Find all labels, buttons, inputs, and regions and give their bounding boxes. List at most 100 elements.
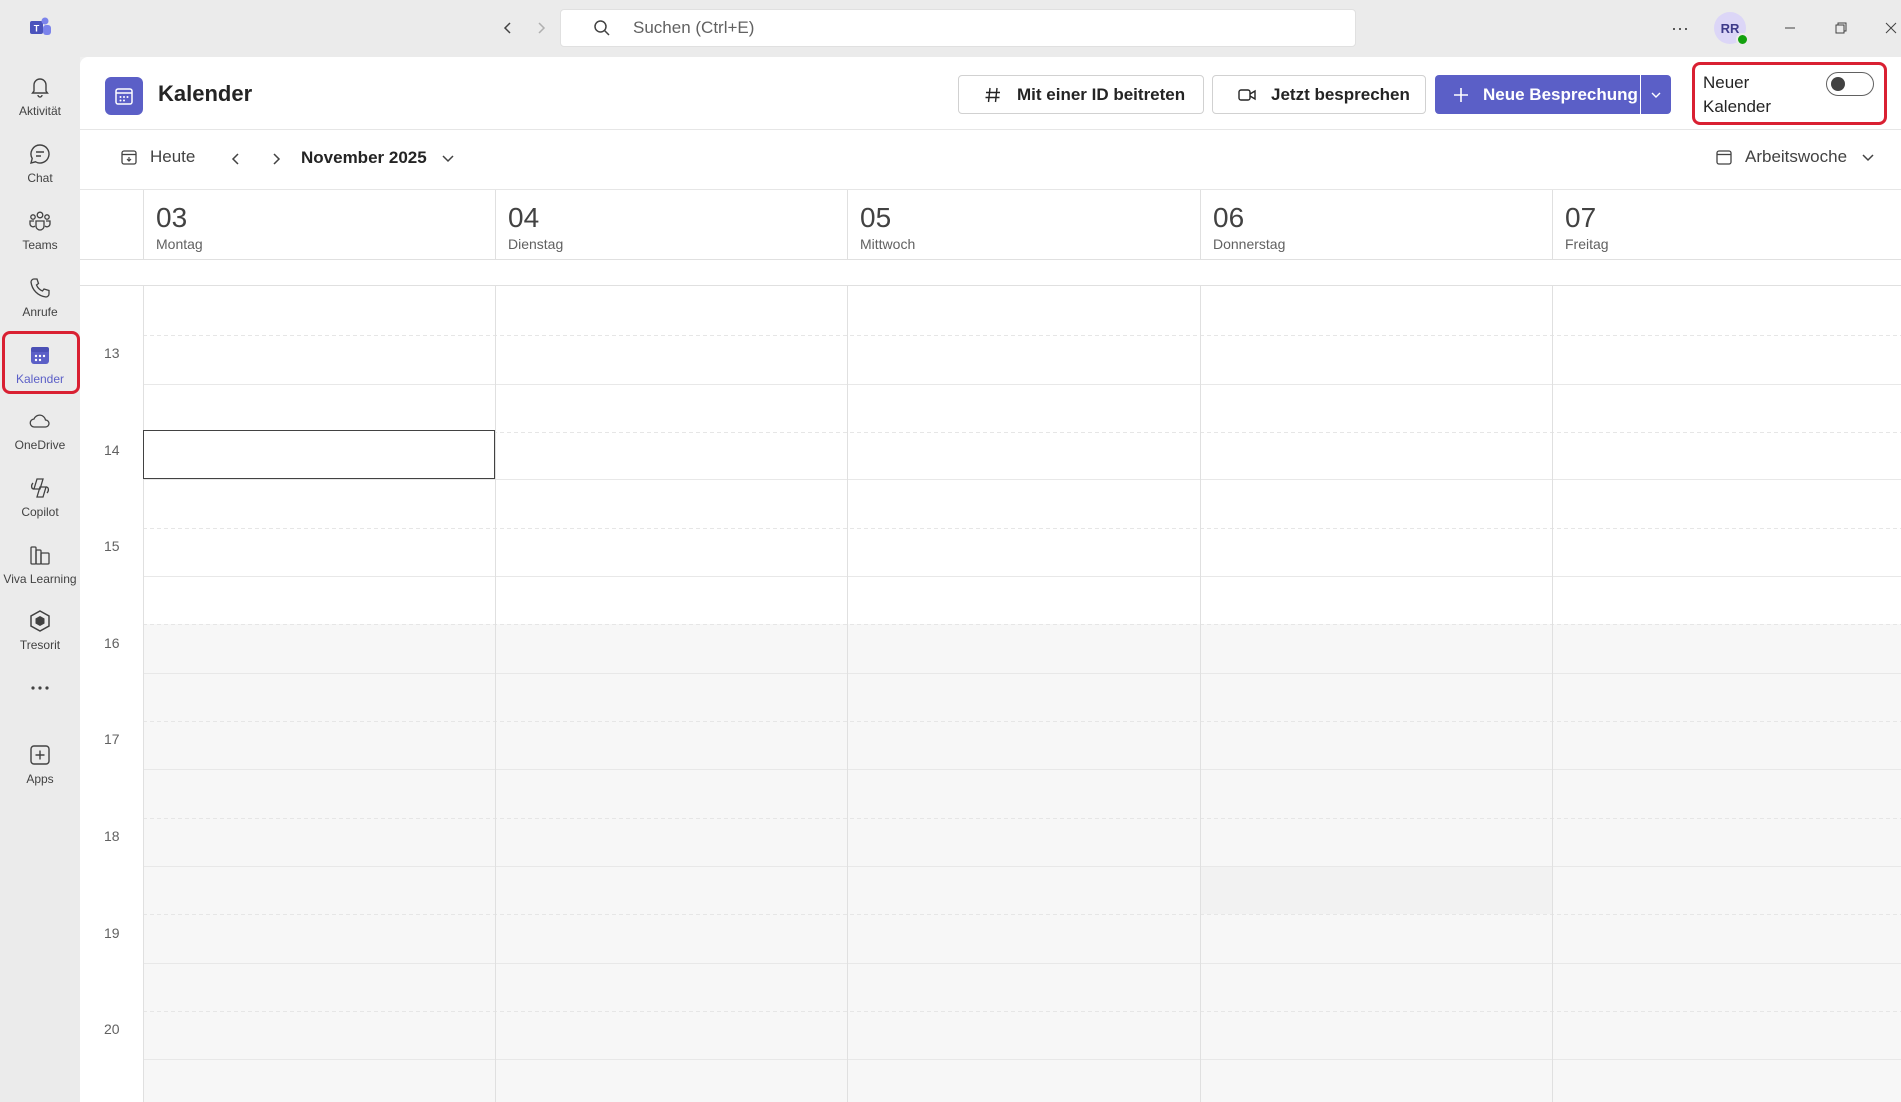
new-calendar-label: Neuer Kalender <box>1703 73 1772 116</box>
day-divider <box>495 286 496 1102</box>
rail-label: Tresorit <box>19 638 61 652</box>
half-hour-line <box>143 914 1901 915</box>
off-hours-area <box>143 624 1901 1102</box>
day-name: Dienstag <box>508 236 564 252</box>
rail-item-onedrive[interactable]: OneDrive <box>0 399 80 461</box>
day-name: Mittwoch <box>860 236 916 252</box>
new-meeting-label: Neue Besprechung <box>1483 84 1638 104</box>
previous-week-icon[interactable] <box>225 148 247 170</box>
day-number: 03 <box>156 202 188 233</box>
minimize-icon[interactable] <box>1776 14 1804 42</box>
view-switcher[interactable]: Arbeitswoche <box>1715 147 1875 167</box>
month-picker[interactable]: November 2025 <box>301 148 455 168</box>
presence-available-icon <box>1736 33 1749 46</box>
today-button[interactable]: Heute <box>120 147 195 167</box>
day-header[interactable]: 03 Montag <box>143 190 495 260</box>
half-hour-line <box>143 528 1901 529</box>
toggle-knob <box>1831 77 1845 91</box>
hour-line <box>143 479 1901 480</box>
calendar-highlight-box <box>2 331 80 394</box>
half-hour-line <box>143 624 1901 625</box>
rail-item-copilot[interactable]: Copilot <box>0 466 80 528</box>
rail-item-activity[interactable]: Aktivität <box>0 65 80 127</box>
books-icon <box>30 546 50 565</box>
hour-line <box>143 576 1901 577</box>
rail-label: Aktivität <box>18 104 61 118</box>
day-header[interactable]: 07 Freitag <box>1552 190 1901 260</box>
close-icon[interactable] <box>1877 14 1901 42</box>
hovered-slot[interactable] <box>1200 866 1552 914</box>
avatar[interactable]: RR <box>1714 12 1749 46</box>
hour-label: 13 <box>104 345 120 361</box>
hour-line <box>143 673 1901 674</box>
hour-line <box>143 1059 1901 1060</box>
day-number: 07 <box>1565 202 1597 233</box>
forward-arrow-icon[interactable] <box>530 16 552 40</box>
avatar-initials: RR <box>1720 20 1740 36</box>
chevron-down-icon <box>442 155 454 163</box>
hour-label: 17 <box>104 731 120 747</box>
day-header[interactable]: 06 Donnerstag <box>1200 190 1552 260</box>
hour-label: 18 <box>104 828 120 844</box>
meet-now-button[interactable]: Jetzt besprechen <box>1212 75 1426 114</box>
new-calendar-toggle[interactable] <box>1826 72 1874 96</box>
new-meeting-button[interactable]: Neue Besprechung <box>1435 75 1640 114</box>
rail-label: Anrufe <box>22 305 58 319</box>
rail-item-chat[interactable]: Chat <box>0 132 80 194</box>
app-rail: Aktivität Chat Teams Anrufe Kalender One… <box>0 57 80 1102</box>
hash-icon <box>985 87 1000 102</box>
calendar-main: Kalender Mit einer ID beitreten Jetzt be… <box>80 57 1901 1102</box>
rail-item-apps[interactable]: Apps <box>0 733 80 795</box>
half-hour-line <box>143 818 1901 819</box>
rail-label: Copilot <box>21 505 59 519</box>
calendar-today-icon <box>121 150 137 165</box>
search-input[interactable] <box>633 18 1233 38</box>
calendar-header: Kalender Mit einer ID beitreten Jetzt be… <box>80 57 1901 130</box>
teams-icon <box>29 211 51 231</box>
selected-time-slot[interactable] <box>143 430 495 479</box>
search-icon <box>594 20 610 36</box>
half-hour-line <box>143 335 1901 336</box>
hour-line <box>143 769 1901 770</box>
more-options-icon[interactable]: ··· <box>1666 14 1694 42</box>
rail-item-calls[interactable]: Anrufe <box>0 266 80 328</box>
rail-label: Teams <box>22 238 58 252</box>
bell-icon <box>31 78 49 98</box>
join-with-id-label: Mit einer ID beitreten <box>1017 84 1186 104</box>
chevron-down-icon <box>1651 92 1661 98</box>
rail-item-tresorit[interactable]: Tresorit <box>0 599 80 661</box>
copilot-icon <box>30 478 50 498</box>
new-calendar-toggle-group: Neuer Kalender <box>1692 62 1887 125</box>
phone-icon <box>30 278 50 298</box>
cloud-icon <box>29 414 50 428</box>
all-day-row[interactable] <box>80 260 1901 286</box>
day-header-row: 03 Montag 04 Dienstag 05 Mittwoch 06 Don… <box>80 190 1901 260</box>
search-bar[interactable] <box>560 9 1356 47</box>
restore-icon[interactable] <box>1827 14 1855 42</box>
rail-label: Viva Learning <box>3 572 77 586</box>
day-header[interactable]: 05 Mittwoch <box>847 190 1200 260</box>
video-camera-icon <box>1238 88 1256 101</box>
join-with-id-button[interactable]: Mit einer ID beitreten <box>958 75 1204 114</box>
page-title: Kalender <box>158 81 253 106</box>
next-week-icon[interactable] <box>265 148 287 170</box>
back-arrow-icon[interactable] <box>497 16 519 40</box>
today-label: Heute <box>150 147 196 166</box>
rail-item-viva-learning[interactable]: Viva Learning <box>0 533 80 595</box>
day-header[interactable]: 04 Dienstag <box>495 190 847 260</box>
rail-item-teams[interactable]: Teams <box>0 199 80 261</box>
hour-label: 14 <box>104 442 120 458</box>
half-hour-line <box>143 721 1901 722</box>
chevron-down-icon <box>1862 154 1874 162</box>
half-hour-line <box>143 1011 1901 1012</box>
hour-label: 16 <box>104 635 120 651</box>
day-number: 06 <box>1213 202 1245 233</box>
hour-line <box>143 866 1901 867</box>
hour-line <box>143 384 1901 385</box>
day-number: 04 <box>508 202 540 233</box>
rail-item-more[interactable] <box>0 666 80 728</box>
week-grid[interactable]: 13 14 15 16 17 18 19 20 <box>80 260 1901 1102</box>
day-number: 05 <box>860 202 892 233</box>
meet-now-label: Jetzt besprechen <box>1271 84 1410 104</box>
new-meeting-dropdown[interactable] <box>1641 75 1671 114</box>
